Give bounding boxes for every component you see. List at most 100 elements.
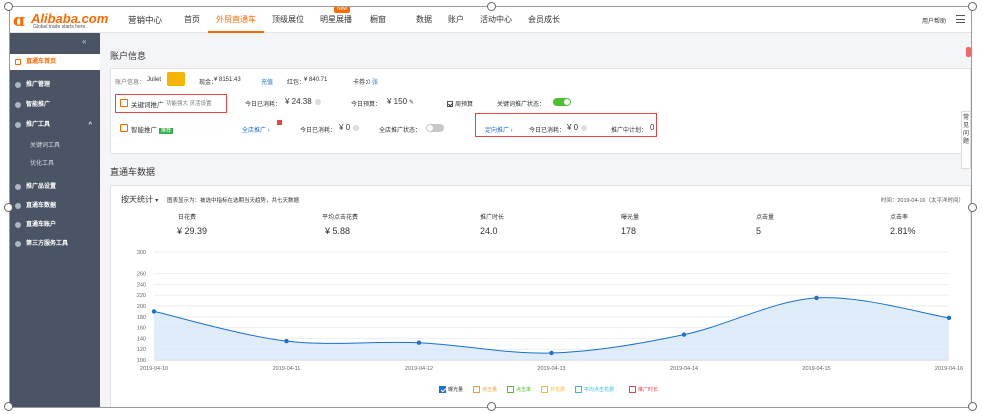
smart-spent-value: ¥ 0 bbox=[339, 123, 360, 132]
home-icon bbox=[15, 59, 21, 65]
data-point bbox=[681, 332, 687, 337]
y-tick-label: 220 bbox=[137, 293, 146, 299]
legend-item[interactable]: 日花费 bbox=[541, 386, 565, 393]
sidebar-item-third-party-tools[interactable]: 第三方服务工具 bbox=[10, 236, 100, 252]
user-help-link[interactable]: 用户帮助 bbox=[922, 16, 946, 25]
nav-account[interactable]: 账户 bbox=[440, 7, 472, 33]
checkbox-icon bbox=[473, 386, 480, 393]
hamburger-menu-icon[interactable] bbox=[956, 15, 965, 23]
resize-handle[interactable] bbox=[4, 203, 13, 212]
smart-icon bbox=[15, 102, 21, 108]
legend-item[interactable]: 点击率 bbox=[507, 386, 531, 393]
sidebar-collapse-icon[interactable]: « bbox=[82, 37, 86, 46]
edit-icon[interactable]: ✎ bbox=[409, 100, 414, 106]
stat-daily-cost-value: ¥ 29.39 bbox=[177, 226, 208, 236]
keyword-budget-label: 今日预算： bbox=[351, 102, 382, 108]
window-frame: ɑ Alibaba.com Global trade starts here. … bbox=[9, 6, 972, 408]
redpacket-label: 红包： bbox=[287, 80, 306, 86]
redpacket-value: ¥ 840.71 bbox=[304, 77, 328, 83]
sidebar-subitem-keyword-tool[interactable]: 关键词工具 bbox=[10, 139, 100, 153]
y-tick-label: 300 bbox=[137, 250, 146, 256]
keyword-status-toggle[interactable] bbox=[553, 98, 571, 106]
settings-icon bbox=[15, 184, 21, 190]
all-store-status-toggle[interactable] bbox=[426, 124, 444, 132]
nav-data[interactable]: 数据 bbox=[408, 7, 440, 33]
stat-impressions-value: 178 bbox=[621, 226, 637, 236]
period-dropdown[interactable]: 按天统计 ▾ bbox=[121, 194, 158, 205]
help-icon[interactable] bbox=[314, 98, 321, 105]
x-tick-label: 2019-04-14 bbox=[670, 366, 698, 372]
all-store-status-label: 全店推广状态： bbox=[379, 128, 422, 134]
stat-clicks-value: 5 bbox=[756, 226, 762, 236]
period-value: 按天统计 bbox=[121, 195, 153, 204]
stat-daily-cost-label: 日花费 bbox=[178, 215, 197, 221]
faq-side-tab[interactable]: 常见问题 bbox=[961, 111, 971, 169]
nav-top-display[interactable]: 顶级展位 bbox=[264, 7, 312, 33]
sidebar-item-product-settings[interactable]: 推广品设置 bbox=[10, 179, 100, 195]
nav-showcase[interactable]: 橱窗 bbox=[362, 7, 408, 33]
help-icon[interactable] bbox=[353, 124, 360, 131]
keyword-promo-subtitle: 功能强大 灵活设置 bbox=[166, 101, 212, 107]
data-card: 按天统计 ▾ 图表显示为：被选中指标在选期当天趋势，共七天数据 时间：2019-… bbox=[110, 185, 971, 407]
keyword-budget-value[interactable]: ¥ 150 ✎ bbox=[387, 97, 414, 106]
nav-marketing-center[interactable]: 营销中心 bbox=[120, 7, 176, 33]
nav-home[interactable]: 首页 bbox=[176, 7, 208, 33]
alibaba-logo[interactable]: ɑ Alibaba.com Global trade starts here. bbox=[13, 10, 113, 31]
stat-duration-value: 24.0 bbox=[480, 226, 498, 236]
sidebar-item-label: 第三方服务工具 bbox=[26, 241, 69, 247]
member-badge-icon bbox=[167, 72, 185, 86]
weekly-budget-checkbox[interactable]: 周预算 bbox=[447, 99, 473, 108]
resize-handle[interactable] bbox=[487, 2, 496, 11]
sidebar-item-p4p-home[interactable]: 直通车首页 bbox=[10, 54, 100, 70]
legend-item[interactable]: 点击量 bbox=[473, 386, 497, 393]
y-tick-label: 200 bbox=[137, 304, 146, 310]
recharge-link[interactable]: 充值 bbox=[261, 77, 273, 86]
resize-handle[interactable] bbox=[968, 402, 977, 411]
keyword-spent-label: 今日已消耗： bbox=[245, 102, 282, 108]
y-tick-label: 140 bbox=[137, 336, 146, 342]
smart-promo-icon bbox=[120, 124, 128, 132]
resize-handle[interactable] bbox=[4, 2, 13, 11]
stat-ctr-value: 2.81% bbox=[890, 226, 916, 236]
nav-p4p[interactable]: 外贸直通车 bbox=[208, 7, 265, 33]
keyword-promo-title[interactable]: 关键词推广 bbox=[131, 99, 164, 109]
legend-item[interactable]: 推广时长 bbox=[629, 386, 658, 393]
legend-label: 推广时长 bbox=[638, 387, 659, 393]
nav-star-show[interactable]: 明星展播 New bbox=[312, 7, 362, 33]
legend-item[interactable]: 平均点击花费 bbox=[575, 386, 614, 393]
sidebar-item-p4p-account[interactable]: 直通车账户 bbox=[10, 217, 100, 233]
main-content: 账户信息 账户信息： Juliet 现金： ¥ 8151.43 充值 红包： ¥… bbox=[100, 33, 971, 407]
x-tick-label: 2019-04-11 bbox=[273, 366, 301, 372]
nav-items: 营销中心 首页 外贸直通车 顶级展位 明星展播 New 橱窗 数据 账户 活动中… bbox=[120, 7, 568, 33]
legend-item[interactable]: 曝光量 bbox=[439, 386, 463, 393]
resize-handle[interactable] bbox=[4, 402, 13, 411]
coupon-value[interactable]: 0 张 bbox=[367, 77, 378, 86]
account-section-title: 账户信息 bbox=[110, 51, 147, 61]
sidebar-item-p4p-data[interactable]: 直通车数据 bbox=[10, 198, 100, 214]
toggle-knob bbox=[564, 99, 570, 105]
x-tick-label: 2019-04-13 bbox=[537, 366, 565, 372]
sidebar-item-promo-tools[interactable]: 推广工具 ^ bbox=[10, 117, 100, 133]
data-point bbox=[814, 295, 819, 301]
directed-spent-label: 今日已消耗： bbox=[529, 128, 566, 134]
resize-handle[interactable] bbox=[968, 203, 977, 212]
y-tick-label: 240 bbox=[137, 282, 146, 288]
data-point bbox=[284, 338, 289, 344]
keyword-status-label: 关键词推广状态： bbox=[497, 102, 546, 108]
x-tick-label: 2019-04-10 bbox=[140, 366, 168, 372]
help-icon[interactable] bbox=[581, 124, 588, 131]
resize-handle[interactable] bbox=[487, 402, 496, 411]
sidebar-item-promo-management[interactable]: 推广管理 bbox=[10, 77, 100, 93]
sidebar-item-label: 直通车数据 bbox=[26, 203, 57, 209]
keyword-budget-amount: ¥ 150 bbox=[387, 97, 408, 106]
resize-handle[interactable] bbox=[968, 2, 977, 11]
nav-member-growth[interactable]: 会员成长 bbox=[520, 7, 568, 33]
directed-promo-link[interactable]: 定向推广 › bbox=[485, 125, 513, 134]
sidebar-item-smart-promo[interactable]: 智能推广 bbox=[10, 97, 100, 113]
data-point bbox=[416, 340, 422, 345]
all-store-promo-link[interactable]: 全店推广 › bbox=[242, 125, 270, 134]
smart-promo-title-label: 智能推广 bbox=[131, 127, 157, 134]
nav-activity-center[interactable]: 活动中心 bbox=[472, 7, 520, 33]
smart-promo-title[interactable]: 智能推广 推荐 bbox=[131, 124, 174, 134]
sidebar-subitem-optimize-tool[interactable]: 优化工具 bbox=[10, 157, 100, 171]
